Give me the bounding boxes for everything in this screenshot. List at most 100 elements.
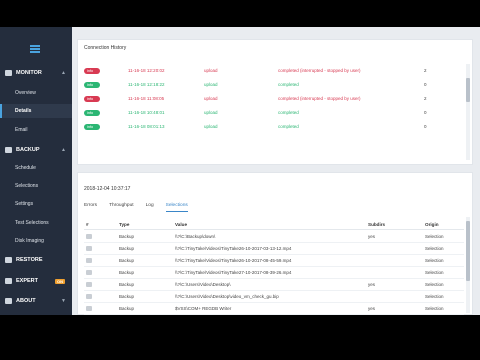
video-frame: MONITOR ▲ Overview Details Email BACKUP …: [0, 0, 480, 360]
backup-icon: [5, 147, 12, 153]
tab-selections[interactable]: Selections: [165, 203, 188, 212]
restore-icon: [5, 257, 12, 263]
column-header[interactable]: Origin: [425, 222, 439, 227]
row-checkbox[interactable]: [86, 234, 92, 239]
cell-origin: Selection: [425, 258, 444, 263]
history-count: 2: [424, 96, 427, 101]
app-window: MONITOR ▲ Overview Details Email BACKUP …: [0, 27, 480, 315]
sidebar-item-disk-imaging[interactable]: Disk Imaging: [0, 234, 72, 248]
cell-origin: Selection: [425, 294, 444, 299]
details-panel: 2018-12-04 10:37:17 Errors Throughput Lo…: [77, 172, 473, 315]
row-checkbox[interactable]: [86, 246, 92, 251]
history-time: 11-16-18 08:01:13: [128, 124, 165, 129]
connection-history-panel: Connection History info 11-16-18 12:20:02…: [77, 39, 473, 165]
tab-errors[interactable]: Errors: [84, 203, 97, 212]
sidebar-item-settings[interactable]: Settings: [0, 197, 72, 211]
sidebar-section-label: RESTORE: [16, 257, 43, 263]
cell-origin: Selection: [425, 270, 444, 275]
table-row[interactable]: info 11-16-18 11:08:05 upload completed (in…: [84, 92, 460, 105]
cell-value: \\?\C:\TinyTake\Videos\TinyTake27-10-201…: [175, 270, 292, 275]
table-row[interactable]: Backup \\?\C:\TinyTake\Videos\TinyTake27-…: [84, 267, 464, 279]
expert-on-badge[interactable]: ON: [55, 278, 65, 284]
sidebar-section-restore[interactable]: RESTORE: [0, 253, 72, 267]
sidebar-item-label: Disk Imaging: [15, 238, 44, 244]
cell-origin: Selection: [425, 246, 444, 251]
table-row[interactable]: Backup \\?\C:\Users\Video\Desktop\video_v…: [84, 291, 464, 303]
history-result: completed: [278, 82, 299, 87]
history-action: upload: [204, 124, 218, 129]
tab-log[interactable]: Log: [146, 203, 154, 212]
history-time: 11-16-18 12:18:22: [128, 82, 165, 87]
table-row[interactable]: Backup \\?\C:\TinyTake\Videos\TinyTake26-…: [84, 255, 464, 267]
sidebar-item-details[interactable]: Details: [0, 104, 72, 118]
cell-type: Backup: [119, 246, 135, 251]
sidebar-section-backup[interactable]: BACKUP ▲: [0, 143, 72, 157]
row-checkbox[interactable]: [86, 282, 92, 287]
sidebar-section-label: BACKUP: [16, 147, 40, 153]
history-action: upload: [204, 96, 218, 101]
history-action: upload: [204, 110, 218, 115]
sidebar-item-selections[interactable]: Selections: [0, 179, 72, 193]
sidebar-item-label: Details: [15, 108, 32, 114]
details-timestamp: 2018-12-04 10:37:17: [84, 186, 131, 192]
status-badge[interactable]: info: [84, 109, 100, 116]
about-icon: [5, 298, 12, 304]
sidebar-item-label: Email: [15, 127, 28, 133]
sidebar-section-monitor[interactable]: MONITOR ▲: [0, 66, 72, 80]
history-result: completed: [278, 124, 299, 129]
sidebar-item-test-selections[interactable]: Test Selections: [0, 216, 72, 230]
history-count: 0: [424, 110, 427, 115]
column-header[interactable]: Type: [119, 222, 129, 227]
scrollbar-thumb[interactable]: [466, 221, 470, 281]
cell-value: \\?\C:\Backup\down\: [175, 234, 216, 239]
sidebar-section-expert[interactable]: EXPERT ON: [0, 274, 72, 288]
sidebar-item-label: Selections: [15, 183, 39, 189]
table-row[interactable]: info 11-16-18 12:20:02 upload completed (in…: [84, 64, 460, 77]
chevron-down-icon: ▼: [61, 298, 66, 304]
status-badge[interactable]: info: [84, 67, 100, 74]
history-result: completed: [278, 110, 299, 115]
expert-icon: [5, 278, 12, 284]
row-checkbox[interactable]: [86, 270, 92, 275]
panel-title: Connection History: [84, 45, 127, 51]
history-count: 2: [424, 68, 427, 73]
main-content: Connection History info 11-16-18 12:20:02…: [72, 27, 480, 315]
cell-type: Backup: [119, 306, 135, 311]
table-row[interactable]: info 11-16-18 08:01:13 upload completed 0: [84, 120, 460, 133]
cell-value: \\?\C:\TinyTake\Videos\TinyTake26-10-201…: [175, 258, 292, 263]
table-row[interactable]: info 11-16-18 10:48:01 upload completed 0: [84, 106, 460, 119]
sidebar-section-about[interactable]: ABOUT ▼: [0, 294, 72, 308]
table-row[interactable]: Backup \\?\C:\Users\Video\Desktop\ yes Sele…: [84, 279, 464, 291]
table-row[interactable]: info 11-16-18 12:18:22 upload completed 0: [84, 78, 460, 91]
scrollbar[interactable]: [466, 217, 470, 313]
sidebar-item-email[interactable]: Email: [0, 123, 72, 137]
sidebar: MONITOR ▲ Overview Details Email BACKUP …: [0, 27, 72, 315]
sidebar-item-overview[interactable]: Overview: [0, 86, 72, 100]
table-row[interactable]: Backup \\?\C:\Backup\down\ yes Selection: [84, 231, 464, 243]
hamburger-menu-icon[interactable]: [30, 45, 40, 53]
table-row[interactable]: Backup $VSS\COM+ REGDB Writer yes Selection: [84, 303, 464, 315]
column-header[interactable]: Value: [175, 222, 187, 227]
cell-type: Backup: [119, 282, 135, 287]
status-badge[interactable]: info: [84, 81, 100, 88]
status-badge[interactable]: info: [84, 123, 100, 130]
row-checkbox[interactable]: [86, 258, 92, 263]
table-row[interactable]: Backup \\?\C:\TinyTake\Videos\TinyTake26-…: [84, 243, 464, 255]
history-time: 11-16-18 11:08:05: [128, 96, 165, 101]
history-result: completed (interrupted - stopped by user…: [278, 96, 361, 101]
row-checkbox[interactable]: [86, 306, 92, 311]
status-badge[interactable]: info: [84, 95, 100, 102]
cell-value: \\?\C:\TinyTake\Videos\TinyTake26-10-201…: [175, 246, 292, 251]
chevron-up-icon: ▲: [61, 70, 66, 76]
history-result: completed (interrupted - stopped by user…: [278, 68, 361, 73]
cell-origin: Selection: [425, 234, 444, 239]
scrollbar-thumb[interactable]: [466, 78, 470, 102]
scrollbar[interactable]: [466, 64, 470, 160]
sidebar-item-label: Test Selections: [15, 220, 49, 226]
column-header[interactable]: Subdirs: [368, 222, 385, 227]
sidebar-section-label: EXPERT: [16, 278, 39, 284]
tab-throughput[interactable]: Throughput: [109, 203, 134, 212]
sidebar-item-schedule[interactable]: Schedule: [0, 161, 72, 175]
column-header[interactable]: #: [86, 222, 89, 227]
row-checkbox[interactable]: [86, 294, 92, 299]
